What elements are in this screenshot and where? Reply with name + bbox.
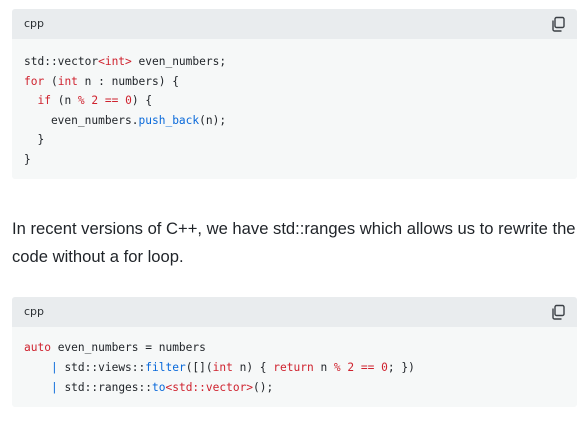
code-token: ; }) [387,361,415,374]
code-token: auto [24,341,51,354]
code-block-header: cpp [12,9,577,39]
code-token: even_numbers. [24,113,139,127]
code-token: (n); [199,113,227,127]
code-token: ( [44,74,58,88]
code-token: filter [145,361,186,374]
code-block-header: cpp [12,297,577,327]
code-token: ([]( [185,361,213,374]
code-token: 0 [125,94,132,107]
code-token: n) { [232,361,274,374]
code-token: int [212,361,233,374]
code-token: == [104,94,119,107]
code-token: <int> [98,55,132,68]
code-block-1: cpp std::vector<int> even_numbers; for (i… [12,9,577,179]
code-token: % [333,361,341,374]
code-token: std::views:: [57,361,146,374]
code-token: std::ranges:: [57,381,152,394]
copy-icon[interactable] [549,15,567,33]
code-token: | [50,361,58,374]
code-line: auto even_numbers = numbers [24,338,415,358]
code-token: to [152,381,166,394]
code-token: (); [253,381,274,394]
code-line: std::vector<int> even_numbers; [24,52,226,72]
code-language-label: cpp [24,17,45,30]
code-token: | [50,381,58,394]
code-line: even_numbers.push_back(n); [24,111,226,131]
code-token: even_numbers; [131,55,227,68]
code-content: auto even_numbers = numbers | std::views… [24,338,415,398]
code-token: even_numbers = numbers [50,341,206,354]
copy-icon[interactable] [549,303,567,321]
code-token: n [313,361,334,374]
code-token: == [360,361,375,374]
code-token: if [37,94,51,107]
code-block-2: cpp auto even_numbers = numbers | std::v… [12,297,577,407]
code-token: } [24,133,45,146]
code-language-label: cpp [24,305,45,318]
code-token: return [273,361,314,374]
code-token: % [77,94,85,107]
code-line: for (int n : numbers) { [24,72,226,92]
code-token: for [24,74,45,88]
code-line: } [24,150,226,170]
code-token: ) { [131,94,153,107]
code-token: } [24,152,31,166]
code-token: push_back [138,113,200,127]
code-line: | std::views::filter([](int n) { return … [24,358,415,378]
code-line: if (n % 2 == 0) { [24,91,226,111]
paragraph-text: In recent versions of C++, we have std::… [12,219,576,266]
code-line: } [24,130,226,150]
code-token: int [57,74,78,88]
code-token: std::vector [24,55,99,68]
code-token: n : numbers) { [77,74,179,88]
code-content: std::vector<int> even_numbers; for (int n… [24,52,226,169]
code-line: | std::ranges::to<std::vector>(); [24,378,415,398]
code-token: <std::vector> [165,381,254,394]
code-token: 0 [381,361,388,374]
code-token: (n [50,94,78,107]
